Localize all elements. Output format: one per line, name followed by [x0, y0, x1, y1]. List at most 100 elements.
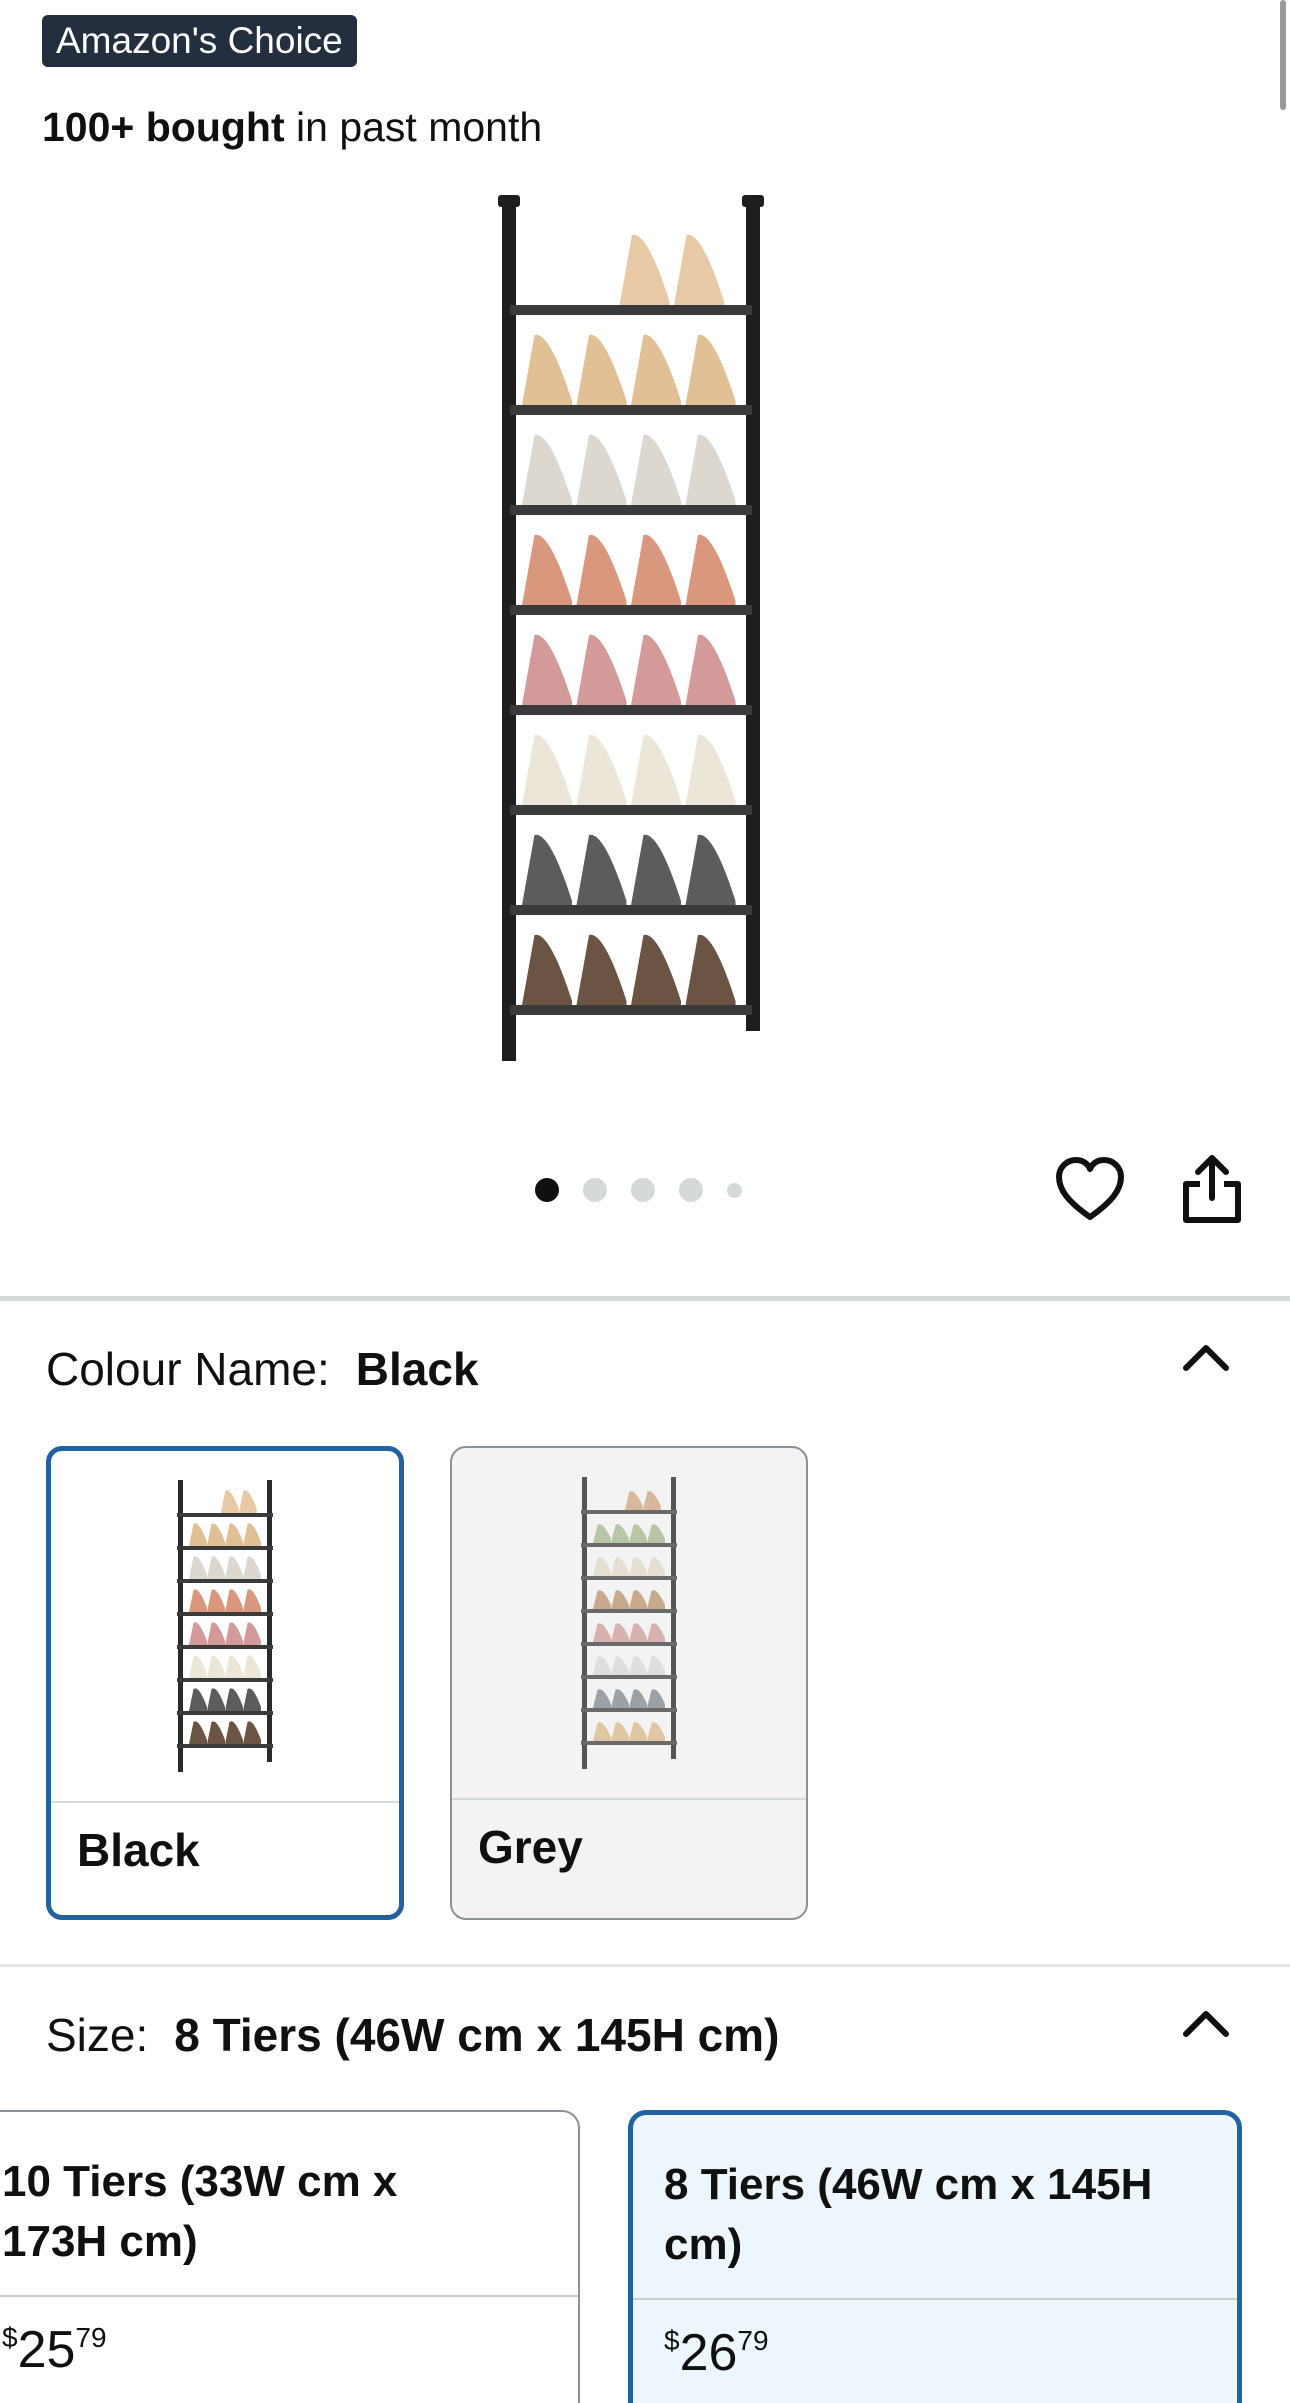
- size-value: 8 Tiers (46W cm x 145H cm): [174, 2009, 780, 2061]
- size-option-name-line: 173H cm): [2, 2217, 198, 2266]
- shelf-bar: [177, 1645, 273, 1649]
- bought-count: 100+ bought in past month: [42, 104, 542, 151]
- carousel-dot-active[interactable]: [535, 1178, 559, 1202]
- shoe-shape: [629, 1722, 647, 1741]
- shoe-shape: [685, 734, 736, 805]
- shelf-bar: [581, 1741, 677, 1745]
- swatch-label-black: Black: [77, 1824, 200, 1876]
- shoe-shape: [631, 834, 681, 905]
- shoe-shape: [522, 834, 572, 905]
- shoe-shape: [685, 434, 736, 505]
- shoe-shape: [631, 934, 681, 1005]
- swatch-label-grey: Grey: [478, 1821, 583, 1873]
- shoe-shape: [576, 534, 627, 605]
- size-option-10-tiers[interactable]: 10 Tiers (33W cm x 173H cm) $2579: [0, 2110, 580, 2403]
- shelf-bar: [581, 1675, 677, 1679]
- shelf-bar: [177, 1579, 273, 1583]
- section-divider: [0, 1296, 1290, 1301]
- carousel-dot[interactable]: [583, 1178, 607, 1202]
- shoe-shape: [243, 1523, 261, 1546]
- shoe-shape: [611, 1524, 629, 1543]
- chevron-up-icon[interactable]: [1176, 2004, 1236, 2044]
- shoe-shape: [207, 1688, 225, 1711]
- shoe-shape: [522, 734, 572, 805]
- share-icon[interactable]: [1180, 1152, 1244, 1226]
- shoe-shape: [189, 1589, 207, 1612]
- shoe-shape: [685, 334, 736, 405]
- shoe-shape: [593, 1656, 611, 1675]
- shoe-shape: [593, 1590, 611, 1609]
- size-option-price: $2679: [664, 2323, 769, 2383]
- shoe-shape: [619, 234, 670, 305]
- shelf-bar: [177, 1612, 273, 1616]
- shoe-shape: [522, 534, 572, 605]
- shoe-shape: [647, 1524, 665, 1543]
- shoe-shape: [576, 834, 627, 905]
- shoe-rack-thumbnail: [581, 1477, 677, 1769]
- shoe-shape: [225, 1655, 243, 1678]
- shelf-bar: [510, 1005, 752, 1015]
- shelf-bar: [510, 605, 752, 615]
- shoe-shape: [243, 1655, 261, 1678]
- shoe-shape: [225, 1688, 243, 1711]
- shelf-bar: [581, 1543, 677, 1547]
- swatch-image-black: [51, 1451, 399, 1801]
- shoe-shape: [647, 1656, 665, 1675]
- shoe-shape: [611, 1590, 629, 1609]
- bought-count-bold: 100+ bought: [42, 104, 285, 150]
- chevron-up-icon[interactable]: [1176, 1338, 1236, 1378]
- shoe-shape: [593, 1689, 611, 1708]
- shoe-shape: [225, 1589, 243, 1612]
- colour-swatch-black[interactable]: Black: [46, 1446, 404, 1920]
- shelf-bar: [581, 1642, 677, 1646]
- section-divider: [0, 1964, 1290, 1967]
- swatch-divider: [51, 1801, 399, 1803]
- shelf-bar: [581, 1609, 677, 1613]
- colour-swatch-grey[interactable]: Grey: [450, 1446, 808, 1920]
- shoe-shape: [593, 1623, 611, 1642]
- price-whole: 26: [679, 2324, 738, 2382]
- shoe-shape: [685, 534, 736, 605]
- shoe-shape: [243, 1688, 261, 1711]
- shoe-shape: [685, 834, 736, 905]
- product-image[interactable]: [480, 185, 810, 1065]
- shoe-rack-thumbnail: [177, 1480, 273, 1772]
- shelf-bar: [581, 1708, 677, 1712]
- carousel-dot[interactable]: [631, 1178, 655, 1202]
- shoe-shape: [593, 1557, 611, 1576]
- shelf-bar: [177, 1678, 273, 1682]
- shoe-shape: [243, 1622, 261, 1645]
- shoe-shape: [220, 1490, 239, 1513]
- shoe-shape: [576, 934, 627, 1005]
- shoe-shape: [685, 634, 736, 705]
- shoe-shape: [593, 1722, 611, 1741]
- shoe-shape: [629, 1557, 647, 1576]
- carousel-dot[interactable]: [679, 1178, 703, 1202]
- shelf-bar: [510, 405, 752, 415]
- shoe-shape: [189, 1688, 207, 1711]
- shoe-shape: [631, 334, 681, 405]
- size-option-name-line: 10 Tiers (33W cm x: [2, 2157, 398, 2206]
- shoe-shape: [522, 334, 572, 405]
- shoe-shape: [243, 1721, 261, 1744]
- shoe-shape: [593, 1524, 611, 1543]
- shelf-bar: [177, 1744, 273, 1748]
- colour-name-value: Black: [355, 1343, 479, 1395]
- shoe-shape: [631, 734, 681, 805]
- page-scrollbar[interactable]: [1280, 0, 1286, 110]
- shoe-shape: [576, 334, 627, 405]
- shoe-shape: [225, 1523, 243, 1546]
- shoe-shape: [189, 1721, 207, 1744]
- shoe-shape: [243, 1556, 261, 1579]
- shelf-bar: [510, 905, 752, 915]
- shoe-shape: [207, 1523, 225, 1546]
- shoe-shape: [631, 634, 681, 705]
- heart-icon[interactable]: [1055, 1157, 1125, 1223]
- shoe-shape: [225, 1721, 243, 1744]
- size-option-price: $2579: [2, 2320, 107, 2380]
- size-option-8-tiers[interactable]: 8 Tiers (46W cm x 145H cm) $2679: [628, 2110, 1242, 2403]
- shoe-shape: [522, 934, 572, 1005]
- image-carousel-dots[interactable]: [535, 1178, 742, 1202]
- shoe-shape: [631, 434, 681, 505]
- carousel-dot[interactable]: [727, 1182, 742, 1198]
